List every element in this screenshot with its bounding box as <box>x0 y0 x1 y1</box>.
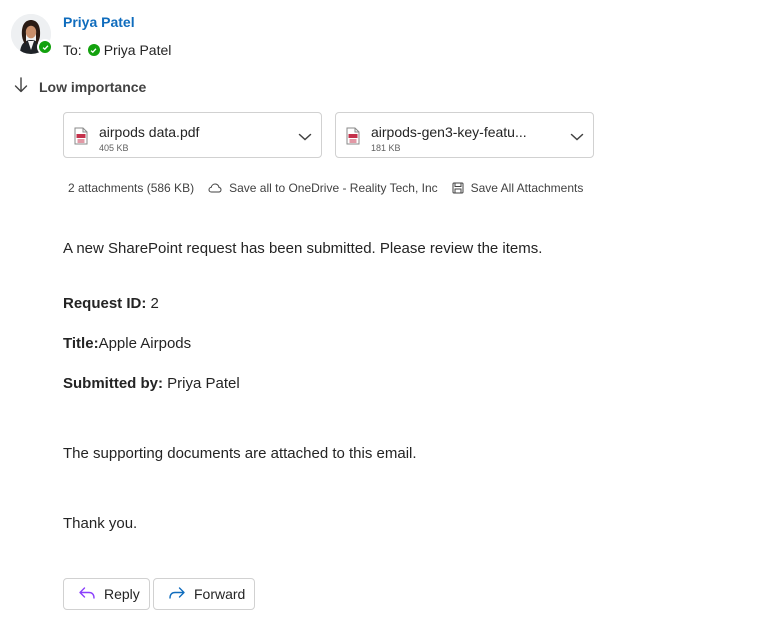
request-id-value: 2 <box>146 295 159 312</box>
pdf-icon <box>346 127 360 150</box>
email-reading-pane: Priya Patel To: Priya Patel Low importan… <box>0 0 773 618</box>
forward-icon <box>168 586 186 603</box>
sender-name[interactable]: Priya Patel <box>63 14 135 30</box>
reply-button[interactable]: Reply <box>63 578 150 610</box>
submitted-by-label: Submitted by: <box>63 375 163 392</box>
to-label: To: <box>63 42 82 58</box>
sender-avatar[interactable] <box>11 14 53 55</box>
attachment-size: 181 KB <box>371 143 401 153</box>
submitted-by-line: Submitted by: Priya Patel <box>63 375 240 392</box>
save-all-attachments-label: Save All Attachments <box>470 181 584 195</box>
title-line: Title:Apple Airpods <box>63 335 191 352</box>
attachment-name: airpods data.pdf <box>99 124 200 140</box>
save-to-onedrive-label: Save all to OneDrive - Reality Tech, Inc <box>229 181 438 195</box>
closing-text: Thank you. <box>63 515 138 532</box>
attachment-name: airpods-gen3-key-featu... <box>371 124 527 140</box>
recipient-line: To: Priya Patel <box>63 42 171 58</box>
chevron-down-icon[interactable] <box>298 129 312 147</box>
recipient-available-icon <box>87 44 100 56</box>
attachment-card[interactable]: airpods data.pdf 405 KB <box>63 112 322 158</box>
attachment-size: 405 KB <box>99 143 129 153</box>
attachment-card[interactable]: airpods-gen3-key-featu... 181 KB <box>335 112 594 158</box>
message-intro: A new SharePoint request has been submit… <box>63 240 543 257</box>
attachments-toolbar: 2 attachments (586 KB) Save all to OneDr… <box>68 181 583 195</box>
title-value: Apple Airpods <box>98 335 192 352</box>
supporting-docs-text: The supporting documents are attached to… <box>63 445 417 462</box>
request-id-line: Request ID: 2 <box>63 295 159 312</box>
submitted-by-value: Priya Patel <box>163 375 240 392</box>
floppy-disk-icon <box>452 182 464 194</box>
chevron-down-icon[interactable] <box>570 129 584 147</box>
save-to-onedrive-button[interactable]: Save all to OneDrive - Reality Tech, Inc <box>208 181 438 195</box>
pdf-icon <box>74 127 88 150</box>
importance-label: Low importance <box>39 78 147 95</box>
forward-button[interactable]: Forward <box>153 578 255 610</box>
request-id-label: Request ID: <box>63 295 147 312</box>
save-all-attachments-button[interactable]: Save All Attachments <box>452 181 584 195</box>
title-label: Title: <box>63 335 99 352</box>
presence-available-icon <box>37 39 53 55</box>
cloud-icon <box>208 183 222 193</box>
importance-indicator: Low importance <box>11 75 146 98</box>
forward-label: Forward <box>194 586 246 602</box>
arrow-down-icon <box>11 75 31 98</box>
recipient-name[interactable]: Priya Patel <box>104 42 172 58</box>
reply-icon <box>78 586 96 603</box>
attachments-summary: 2 attachments (586 KB) <box>68 181 195 195</box>
reply-label: Reply <box>104 586 140 602</box>
